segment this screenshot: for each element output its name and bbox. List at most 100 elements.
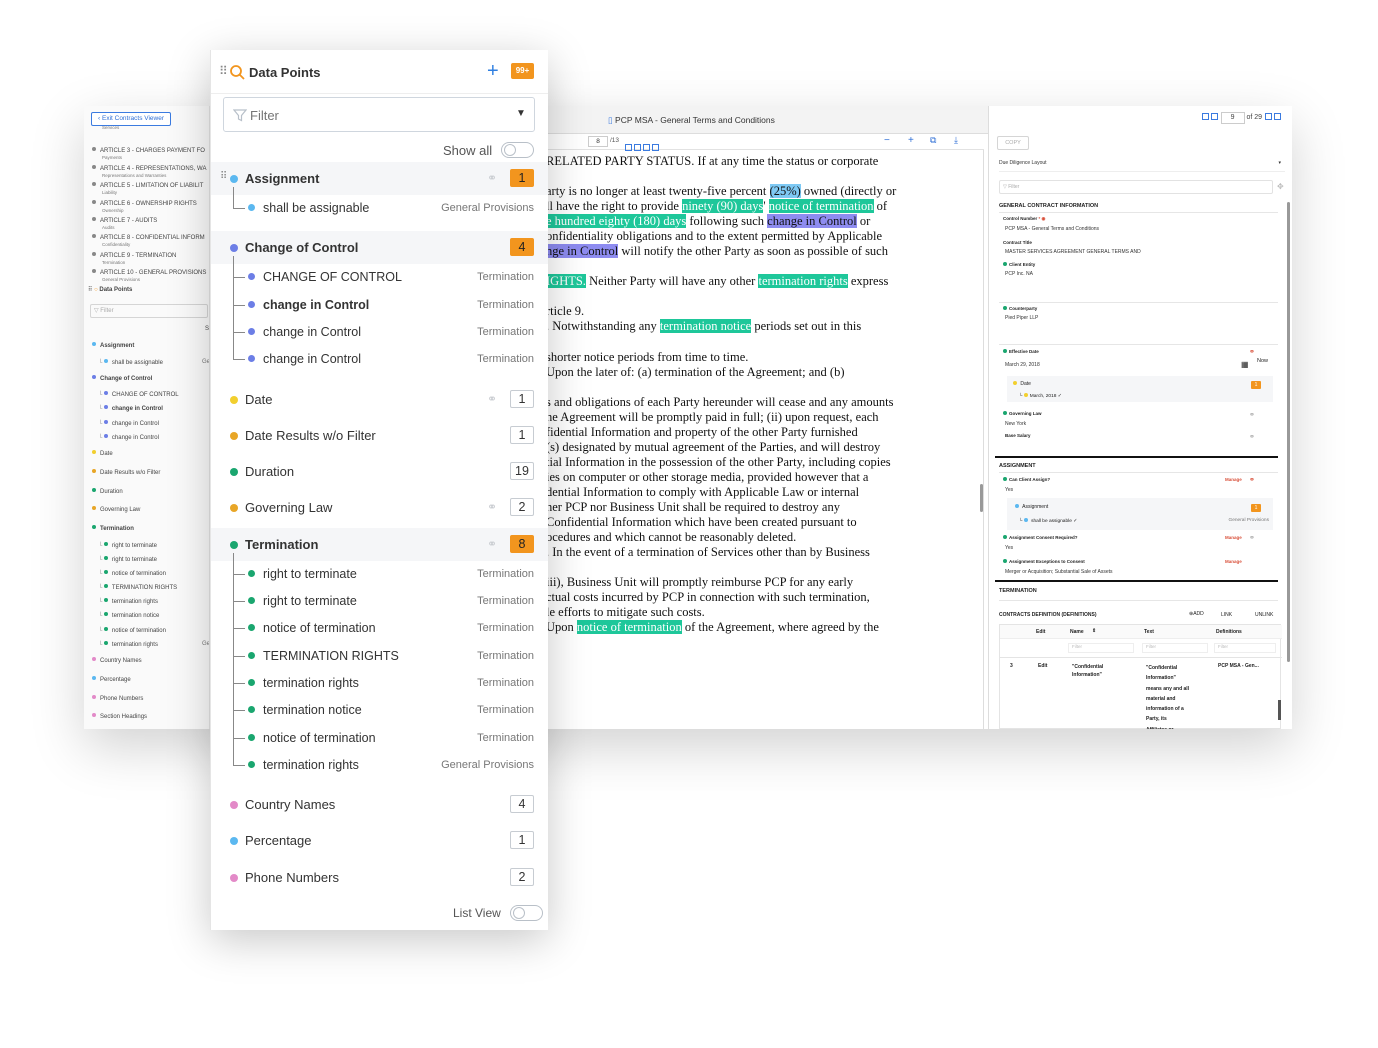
sidebar-dp-item[interactable]: Country Names [92, 657, 142, 664]
data-point-group[interactable]: Date 1 ⚭ [211, 382, 548, 417]
unlink-button[interactable]: UNLINK [1255, 612, 1273, 618]
contract-title-value[interactable]: MASTER SERVICES AGREEMENT GENERAL TERMS … [1005, 249, 1141, 255]
data-point-item[interactable]: right to terminate Termination [211, 552, 548, 588]
sidebar-dp-item[interactable]: └ right to terminate [98, 542, 157, 549]
highlighted-term[interactable]: nge in Control [546, 244, 619, 258]
data-point-item[interactable]: termination rights Termination [211, 655, 548, 697]
first-page-button[interactable] [1201, 113, 1209, 120]
data-point-group[interactable]: Date Results w/o Filter 1 [211, 418, 548, 453]
last-page-button[interactable] [1274, 113, 1281, 120]
manage-link[interactable]: Manage [1225, 535, 1242, 540]
download-icon[interactable]: ⤓ [954, 135, 958, 146]
caret-down-icon[interactable]: ▼ [516, 108, 526, 119]
exceptions-value[interactable]: Merger or Acquisition; Substantial Sale … [1005, 569, 1113, 575]
show-all-toggle[interactable] [501, 142, 534, 158]
client-entity-value[interactable]: PCP Inc. NA [1005, 271, 1033, 277]
highlighted-term[interactable]: (25%) [769, 184, 801, 198]
sidebar-dp-item[interactable]: └ termination notice [98, 612, 159, 619]
page-input[interactable]: 8 [588, 136, 608, 147]
data-point-item[interactable]: right to terminate Termination [211, 574, 548, 615]
highlighted-term[interactable]: ninety (90) days [682, 199, 764, 213]
sidebar-dp-item[interactable]: └ change in Control [98, 420, 159, 427]
sidebar-dp-item[interactable]: └ notice of termination [98, 627, 166, 634]
effective-date-value[interactable]: March 29, 2018 [1005, 362, 1040, 368]
drag-handle-icon[interactable]: ⠿ [220, 171, 227, 182]
data-point-group[interactable]: Assignment 1 ⚭ ⠿ [211, 162, 548, 196]
page-nav-buttons[interactable] [624, 137, 660, 155]
can-assign-value[interactable]: Yes [1005, 487, 1013, 493]
data-point-item[interactable]: change in Control Termination [211, 277, 548, 319]
link-icon[interactable]: ⚭ [487, 171, 497, 185]
right-filter-input[interactable]: ▽ Filter [999, 180, 1273, 194]
sidebar-dp-item[interactable]: Assignment [92, 342, 134, 349]
sidebar-dp-item[interactable]: Date Results w/o Filter [92, 469, 160, 476]
sidebar-article[interactable]: ARTICLE 6 - OWNERSHIP RIGHTS Ownership [92, 199, 197, 213]
link-icon[interactable]: ⚭ [487, 500, 497, 514]
sidebar-article[interactable]: ARTICLE 7 - AUDITS Audits [92, 217, 157, 230]
consent-value[interactable]: Yes [1005, 545, 1013, 551]
sidebar-article[interactable]: ARTICLE 4 - REPRESENTATIONS, WA Represent… [92, 164, 206, 178]
now-button[interactable]: Now [1257, 358, 1268, 364]
data-point-item[interactable]: change in Control Termination [211, 304, 548, 346]
data-point-item[interactable]: notice of termination Termination [211, 710, 548, 752]
data-point-group[interactable]: Phone Numbers 2 [211, 860, 548, 895]
sidebar-article[interactable]: ARTICLE 5 - LIMITATION OF LIABILIT Liabil… [92, 182, 203, 195]
filter-dropdown[interactable]: ▼ [223, 97, 535, 132]
sidebar-article[interactable]: ARTICLE 3 - CHARGES PAYMENT FO Payments [92, 147, 205, 160]
doc-scrollbar[interactable] [980, 484, 983, 512]
copy-button[interactable]: COPY [997, 136, 1029, 150]
sidebar-dp-item[interactable]: Percentage [92, 676, 131, 683]
layout-select[interactable]: Due Diligence Layout ▾ [999, 160, 1285, 172]
data-point-item[interactable]: notice of termination Termination [211, 601, 548, 643]
sidebar-dp-item[interactable]: └ right to terminate [98, 556, 157, 563]
highlighted-term[interactable]: change in Control [767, 214, 857, 228]
link-icon[interactable]: ⚭ [1249, 534, 1255, 542]
add-icon[interactable]: + [487, 61, 499, 81]
sidebar-dp-item[interactable]: Phone Numbers [92, 695, 143, 702]
definitions-filter[interactable]: Filter [1214, 643, 1276, 653]
highlighted-term[interactable]: notice of termination [768, 199, 874, 213]
add-button[interactable]: ⊕ADD [1189, 611, 1204, 617]
sidebar-dp-item[interactable]: Change of Control [92, 375, 152, 382]
data-point-group[interactable]: Termination 8 ⚭ [211, 527, 548, 562]
data-point-item[interactable]: termination notice Termination [211, 683, 548, 725]
sidebar-dp-item[interactable]: └ termination rights [98, 641, 158, 648]
sidebar-dp-item[interactable]: └ TERMINATION RIGHTS [98, 584, 177, 591]
highlighted-term[interactable]: notice of termination [576, 620, 682, 634]
sidebar-dp-item[interactable]: Section Headings [92, 713, 147, 720]
sidebar-dp-item[interactable]: └ shall be assignable [98, 359, 163, 366]
sidebar-dp-item[interactable]: └ change in Control [98, 434, 159, 441]
highlighted-term[interactable]: e hundred eighty (180) days [546, 214, 687, 228]
filter-input[interactable] [250, 106, 500, 124]
panel-scrollbar[interactable] [1287, 202, 1290, 662]
manage-link[interactable]: Manage [1225, 477, 1242, 482]
next-page-button[interactable] [1265, 113, 1272, 120]
eye-icon[interactable]: ◉ [1042, 216, 1046, 221]
sidebar-article[interactable]: ARTICLE 8 - CONFIDENTIAL INFORM Confident… [92, 234, 205, 247]
text-filter[interactable]: Filter [1142, 643, 1208, 653]
search-icon[interactable] [229, 64, 245, 80]
sidebar-article[interactable]: ARTICLE 10 - GENERAL PROVISIONS General P… [92, 269, 206, 282]
calendar-icon[interactable]: ▦ [1241, 360, 1249, 369]
data-point-item[interactable]: termination rights General Provisions [211, 737, 548, 779]
sidebar-dp-item[interactable]: └ change in Control [98, 405, 163, 412]
data-point-group[interactable]: Change of Control 4 [211, 231, 548, 266]
manage-link[interactable]: Manage [1225, 559, 1242, 564]
sidebar-dp-item[interactable]: Termination [92, 525, 134, 532]
drag-handle-icon[interactable]: ⠿ [219, 64, 228, 78]
sidebar-dp-item[interactable]: └ termination rights [98, 598, 158, 605]
link-button[interactable]: LINK [1221, 612, 1232, 618]
data-point-item[interactable]: change in Control Termination [211, 332, 548, 374]
data-point-group[interactable]: Percentage 1 [211, 824, 548, 859]
link-icon[interactable]: ⚭ [1249, 411, 1255, 419]
data-point-group[interactable]: Duration 19 [211, 455, 548, 490]
zoom-in-icon[interactable]: + [908, 135, 914, 146]
fit-page-icon[interactable]: ⧉ [930, 135, 936, 146]
page-number-input[interactable]: 9 [1220, 112, 1245, 124]
link-icon[interactable]: ⚭ [487, 537, 497, 551]
edit-link[interactable]: Edit [1038, 663, 1047, 669]
counterparty-value[interactable]: Pied Piper LLP [1005, 315, 1038, 321]
control-number-value[interactable]: PCP MSA - General Terms and Conditions [1005, 226, 1099, 232]
governing-law-value[interactable]: New York [1005, 421, 1026, 427]
move-icon[interactable]: ✥ [1277, 182, 1284, 191]
